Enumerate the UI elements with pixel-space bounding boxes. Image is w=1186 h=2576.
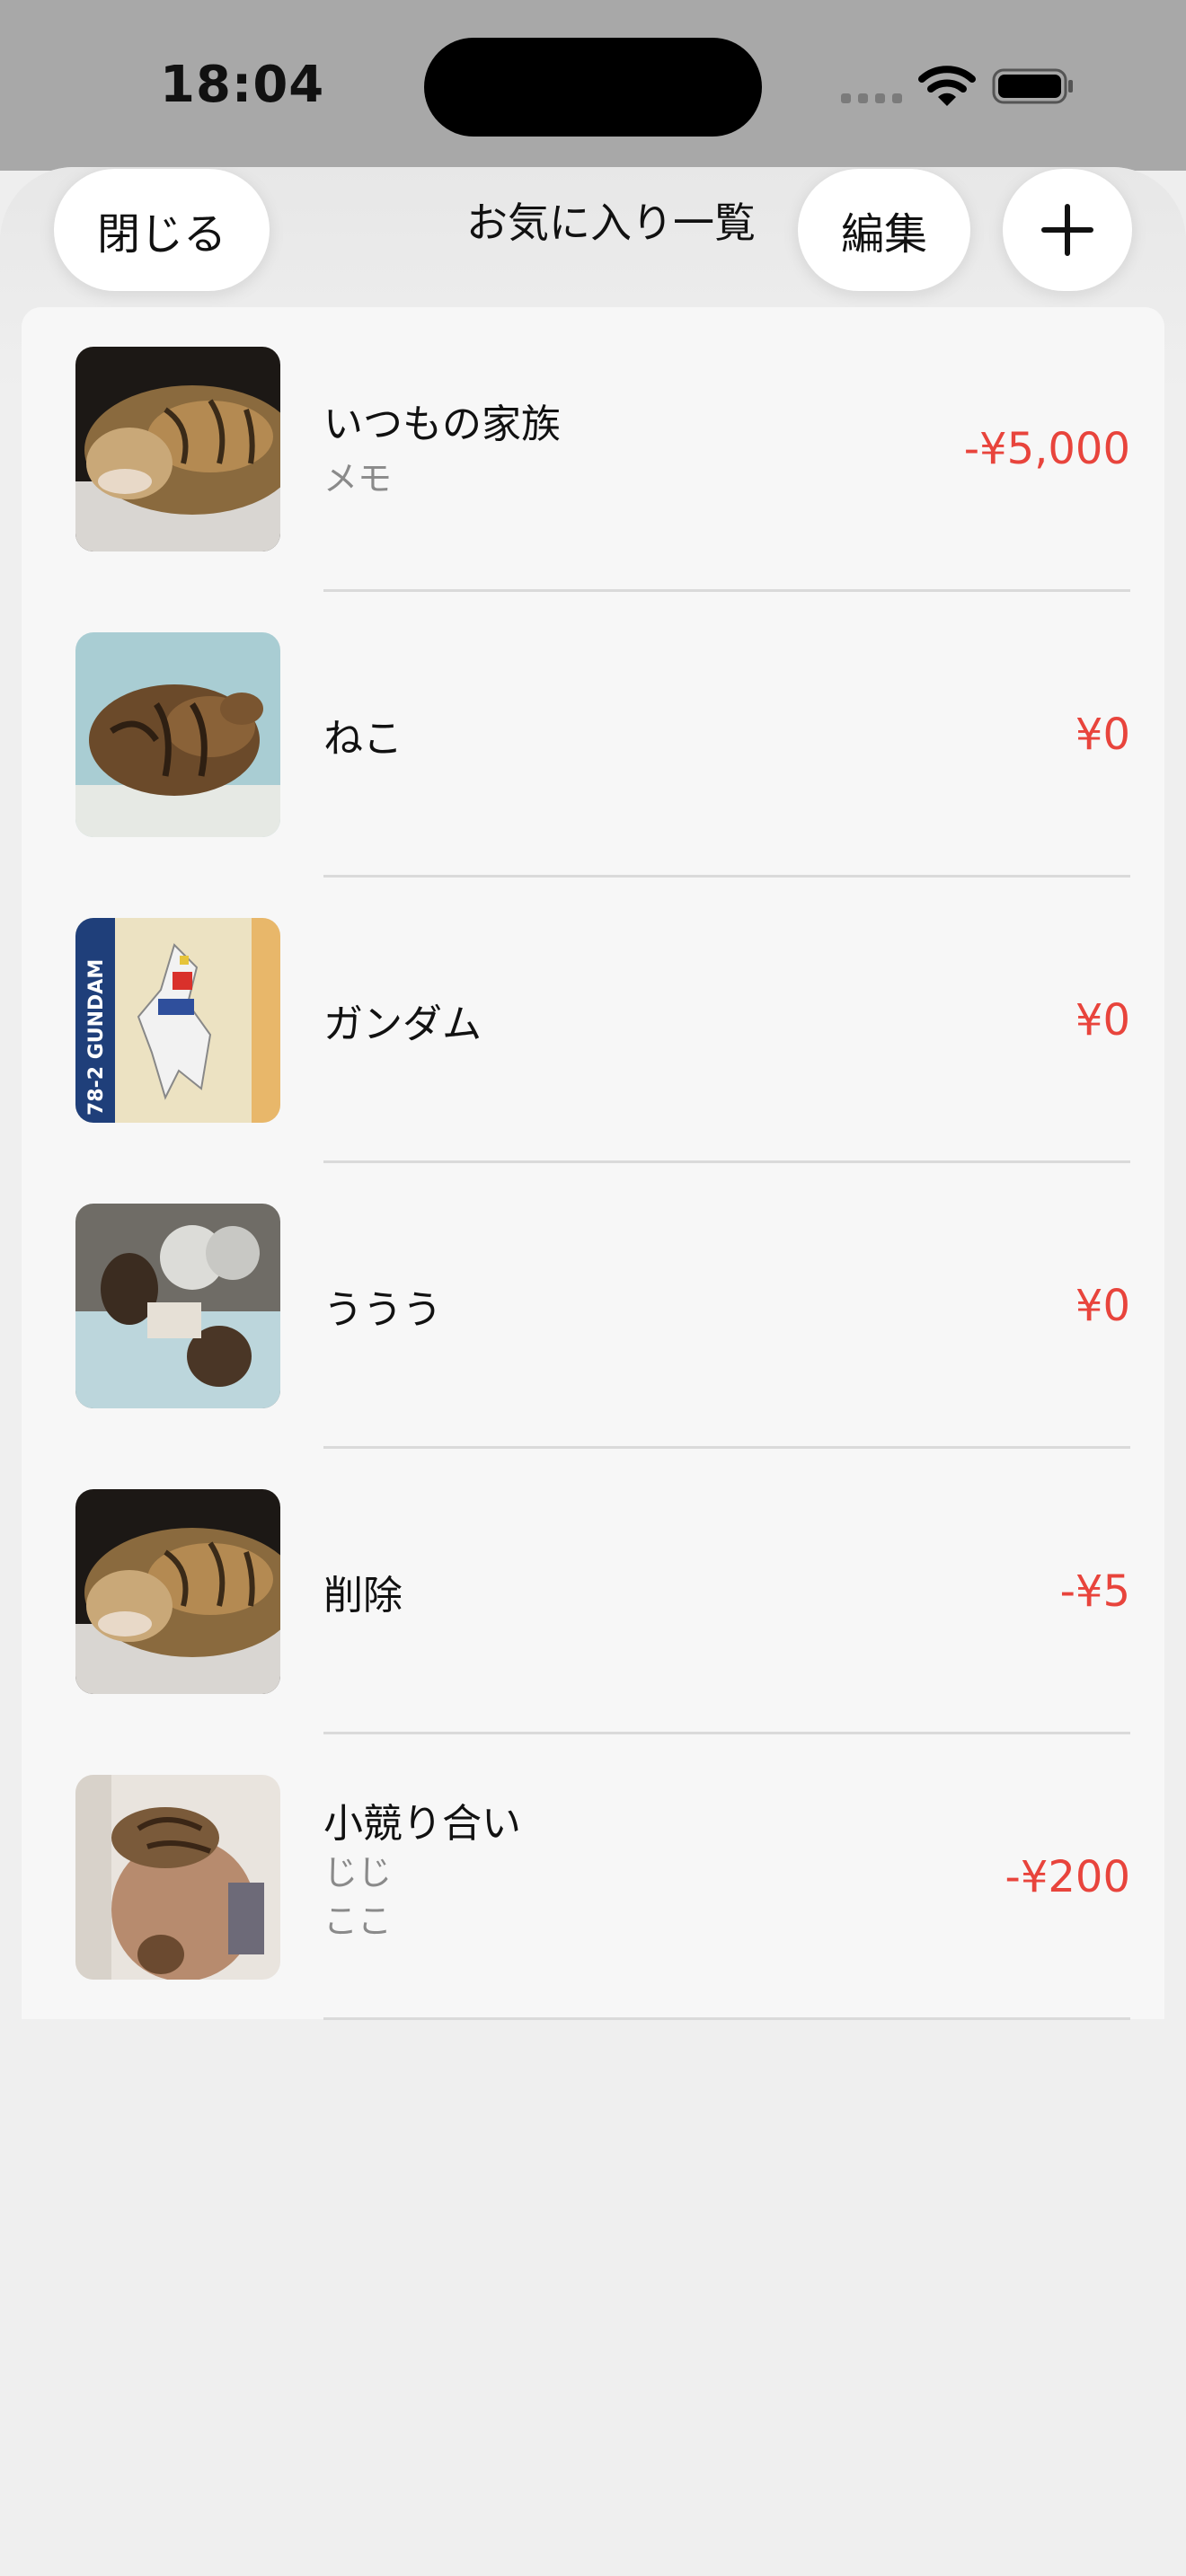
list-item[interactable]: ねこ ¥0 (22, 593, 1164, 878)
dynamic-island (424, 38, 762, 137)
battery-icon (992, 68, 1073, 104)
favorites-list: いつもの家族 メモ -¥5,000 ねこ ¥0 78-2 GUNDAM ガンダム… (22, 307, 1164, 2021)
item-title: 小競り合い (323, 1801, 521, 1847)
edit-button[interactable]: 編集 (798, 169, 970, 291)
item-subtitle: メモ (323, 459, 393, 498)
item-amount: ¥0 (1075, 1281, 1130, 1331)
item-amount: -¥5,000 (963, 424, 1130, 474)
wifi-icon (918, 66, 976, 106)
item-amount: ¥0 (1075, 995, 1130, 1045)
item-title: 削除 (323, 1573, 403, 1619)
plus-icon (1041, 204, 1093, 256)
list-item[interactable]: 78-2 GUNDAM ガンダム ¥0 (22, 878, 1164, 1164)
item-amount: -¥200 (1005, 1852, 1130, 1902)
item-amount: ¥0 (1075, 710, 1130, 760)
row-divider (323, 1160, 1130, 1163)
list-item[interactable]: ううう ¥0 (22, 1164, 1164, 1450)
item-subtitle: じじ (323, 1853, 393, 1892)
gundam-box-label: 78-2 GUNDAM (85, 959, 108, 1116)
row-divider (323, 2017, 1130, 2020)
item-thumbnail (75, 1489, 280, 1694)
row-divider (323, 1446, 1130, 1449)
status-time: 18:04 (160, 56, 325, 114)
item-title: ねこ (323, 716, 403, 762)
list-item[interactable]: いつもの家族 メモ -¥5,000 (22, 307, 1164, 593)
item-thumbnail (75, 1775, 280, 1980)
item-thumbnail (75, 347, 280, 551)
cellular-icon (841, 93, 902, 103)
list-item[interactable]: 削除 -¥5 (22, 1450, 1164, 1735)
item-title: ガンダム (323, 1001, 482, 1047)
page-title: お気に入り一覧 (466, 198, 756, 247)
row-divider (323, 589, 1130, 592)
item-title: いつもの家族 (323, 401, 561, 447)
add-button[interactable] (1003, 169, 1132, 291)
item-thumbnail (75, 632, 280, 837)
item-title: ううう (323, 1287, 442, 1333)
favorites-sheet: 閉じる お気に入り一覧 編集 いつもの家族 メモ -¥5,000 ねこ ¥0 7… (0, 167, 1186, 2576)
status-bar: 18:04 (0, 0, 1186, 171)
item-thumbnail: 78-2 GUNDAM (75, 918, 280, 1123)
item-thumbnail (75, 1204, 280, 1408)
item-amount: -¥5 (1059, 1566, 1130, 1617)
close-button[interactable]: 閉じる (54, 169, 270, 291)
item-subtitle: ここ (323, 1901, 393, 1941)
row-divider (323, 875, 1130, 878)
row-divider (323, 1732, 1130, 1734)
list-item[interactable]: 小競り合い じじ ここ -¥200 (22, 1735, 1164, 2021)
